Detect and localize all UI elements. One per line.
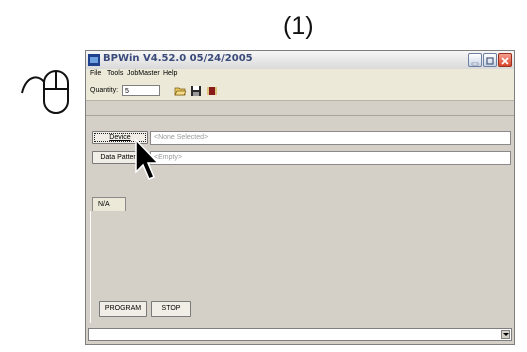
maximize-icon [486,57,494,65]
menu-help[interactable]: Help [163,70,177,77]
save-disk-icon[interactable] [190,85,202,97]
tab-strip: N/A [90,197,510,212]
mouse-click-icon [21,70,69,114]
toolbar: Quantity: 5 [86,82,514,101]
title-bar[interactable]: BPWin V4.52.0 05/24/2005 [86,51,514,70]
quantity-label: Quantity: [90,87,119,94]
stop-button-label: STOP [161,305,181,312]
program-chip-icon[interactable] [206,85,218,97]
bpwin-window: BPWin V4.52.0 05/24/2005 File Tools JobM… [85,50,515,345]
device-field[interactable]: <None Selected> [150,131,511,145]
app-icon [88,54,100,66]
tab-panel: PROGRAM STOP [90,211,510,323]
step-label: (1) [283,12,314,40]
menu-tools[interactable]: Tools [107,70,123,77]
status-dropdown[interactable] [88,328,512,341]
dropdown-arrow-icon[interactable] [501,330,510,339]
program-button[interactable]: PROGRAM [99,301,147,317]
window-title: BPWin V4.52.0 05/24/2005 [103,53,253,64]
separator-band [86,101,514,116]
minimize-button[interactable] [468,53,482,67]
menu-bar: File Tools JobMaster Help [86,69,514,82]
menu-jobmaster[interactable]: JobMaster [127,70,160,77]
data-pattern-field[interactable]: <Empty> [150,151,511,165]
minimize-icon [471,62,479,66]
mouse-pointer-icon [135,138,160,180]
quantity-input[interactable]: 5 [122,85,160,96]
program-button-label: PROGRAM [104,305,142,312]
device-button-label: Device [109,134,131,141]
close-button[interactable] [498,53,512,67]
maximize-button[interactable] [483,53,497,67]
menu-file[interactable]: File [90,70,101,77]
stop-button[interactable]: STOP [151,301,191,317]
close-icon [501,57,509,65]
open-folder-icon[interactable] [174,85,186,97]
tab-na[interactable]: N/A [92,197,126,212]
